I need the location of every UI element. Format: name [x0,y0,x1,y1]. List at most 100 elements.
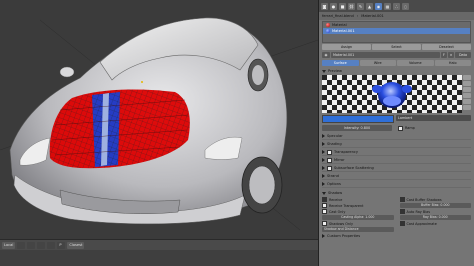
mode-selector[interactable]: Local [2,241,16,249]
panel-title: Strand [327,174,339,178]
collapse-icon [322,166,325,170]
material-slot-selected[interactable]: Material.001 [323,28,470,34]
fake-user-button[interactable]: F [441,52,447,58]
preview-sphere-button[interactable] [463,81,471,86]
material-name-field[interactable]: Material.001 [331,52,440,58]
ramp-checkbox[interactable] [398,125,403,131]
preview-monkey-button[interactable] [463,93,471,98]
shadow-panel-header[interactable]: Shadow [322,190,471,196]
panel-title: Shadow [328,191,343,195]
camera-icon[interactable]: ◙ [321,2,328,10]
data-icon[interactable]: ▲ [366,2,373,10]
close-icon[interactable]: × [448,52,454,58]
snap-target-selector[interactable]: Closest [67,241,85,249]
preview-type-buttons [463,75,471,113]
specular-panel-header[interactable]: Specular [322,133,471,140]
shadows-only-option[interactable]: Shadows Only [322,221,394,226]
viewport-header: Local P Closest [0,239,318,250]
breadcrumb-material: Material.001 [361,14,384,18]
physics-icon[interactable]: ◌ [402,2,409,10]
material-browse-icon[interactable]: ◉ [322,52,330,58]
cast-only-option[interactable]: Cast Only [322,209,394,214]
constraint-icon[interactable]: ⛓ [348,2,355,10]
tab-surface[interactable]: Surface [322,60,359,66]
ramp-label: Ramp [405,126,415,130]
assign-button[interactable]: Assign [322,44,371,50]
pivot-button[interactable] [27,241,36,249]
tab-wire[interactable]: Wire [359,60,396,66]
tab-volume[interactable]: Volume [397,60,434,66]
timeline-area [0,250,318,266]
option-label: Shadows Only [329,221,353,226]
manipulator-button[interactable] [37,241,46,249]
receive-option[interactable]: Receive [322,197,394,202]
object-icon[interactable]: ■ [339,2,346,10]
shadow-mode-selector[interactable]: Shadow and Distance [322,227,394,232]
tab-halo[interactable]: Halo [434,60,471,66]
car-model-render[interactable] [0,0,318,266]
checkbox[interactable] [322,221,327,226]
checkbox[interactable] [322,209,327,214]
diffuse-shader-selector[interactable]: Lambert [396,115,471,121]
options-panel-header[interactable]: Options [322,181,471,188]
diffuse-color-swatch[interactable] [322,115,394,123]
layers-button[interactable] [47,241,56,249]
particle-icon[interactable]: ∴ [393,2,400,10]
panel-title: Preview [328,69,342,73]
preview-world-button[interactable] [463,105,471,110]
transparency-checkbox[interactable] [327,149,332,155]
collapse-icon [322,150,325,154]
texture-icon[interactable]: ▦ [384,2,391,10]
checkbox[interactable] [399,197,405,202]
material-slot-label: Material.001 [332,29,355,33]
3d-viewport[interactable]: Local P Closest [0,0,318,266]
preview-hair-button[interactable] [463,99,471,104]
option-label: Receive [329,197,343,202]
buffer-bias-field[interactable]: Buffer Bias: 0.000 [399,203,471,208]
panel-title: Custom Properties [327,234,361,238]
preview-flat-button[interactable] [463,75,471,80]
option-label: Auto Ray Bias [406,209,431,214]
checkbox[interactable] [399,221,405,226]
viewport-shading-button[interactable] [17,241,26,249]
collapse-icon [322,142,325,146]
cast-approximate-option[interactable]: Cast Approximate [399,221,472,226]
custom-properties-header[interactable]: Custom Properties [322,233,471,239]
mirror-panel-header[interactable]: Mirror [322,157,471,164]
intensity-slider[interactable]: Intensity: 0.800 [322,125,392,131]
strand-panel-header[interactable]: Strand [322,173,471,180]
diffuse-intensity-row: Intensity: 0.800 Ramp [322,125,471,131]
transparency-panel-header[interactable]: Transparency [322,149,471,156]
auto-ray-bias-option[interactable]: Auto Ray Bias [399,209,472,214]
checkbox[interactable] [399,209,405,214]
preview-cube-button[interactable] [463,87,471,92]
collapse-icon [322,134,325,138]
material-slot-label: Material [332,23,347,27]
material-icon[interactable]: ◉ [375,2,382,10]
preview-panel-header[interactable]: Preview [322,68,471,74]
select-button[interactable]: Select [372,44,421,50]
panel-title: Shading [327,142,342,146]
casting-alpha-field[interactable]: Casting Alpha: 1.000 [322,215,394,220]
link-data-selector[interactable]: Data [455,52,471,58]
checkbox[interactable] [322,197,327,202]
sss-panel-header[interactable]: Subsurface Scattering [322,165,471,172]
deselect-button[interactable]: Deselect [422,44,471,50]
panel-title: Subsurface Scattering [334,166,374,170]
proportional-button[interactable]: P [57,241,66,249]
receive-transparent-option[interactable]: Receive Transparent [322,203,394,208]
ray-bias-field[interactable]: Ray Bias: 0.000 [399,215,471,220]
material-preview [322,75,471,113]
option-label: Cast Approximate [406,221,437,226]
panel-title: Transparency [334,150,358,154]
expand-icon [322,69,326,73]
shading-panel-header[interactable]: Shading [322,141,471,148]
material-slot-list[interactable]: Material Material.001 [322,21,471,43]
diffuse-row: Lambert [322,115,471,123]
world-icon[interactable]: ● [330,2,337,10]
modifier-icon[interactable]: ✎ [357,2,364,10]
mirror-checkbox[interactable] [327,157,332,163]
cast-buffer-shadows-option[interactable]: Cast Buffer Shadows [399,197,472,202]
checkbox[interactable] [322,203,327,208]
sss-checkbox[interactable] [327,165,332,171]
